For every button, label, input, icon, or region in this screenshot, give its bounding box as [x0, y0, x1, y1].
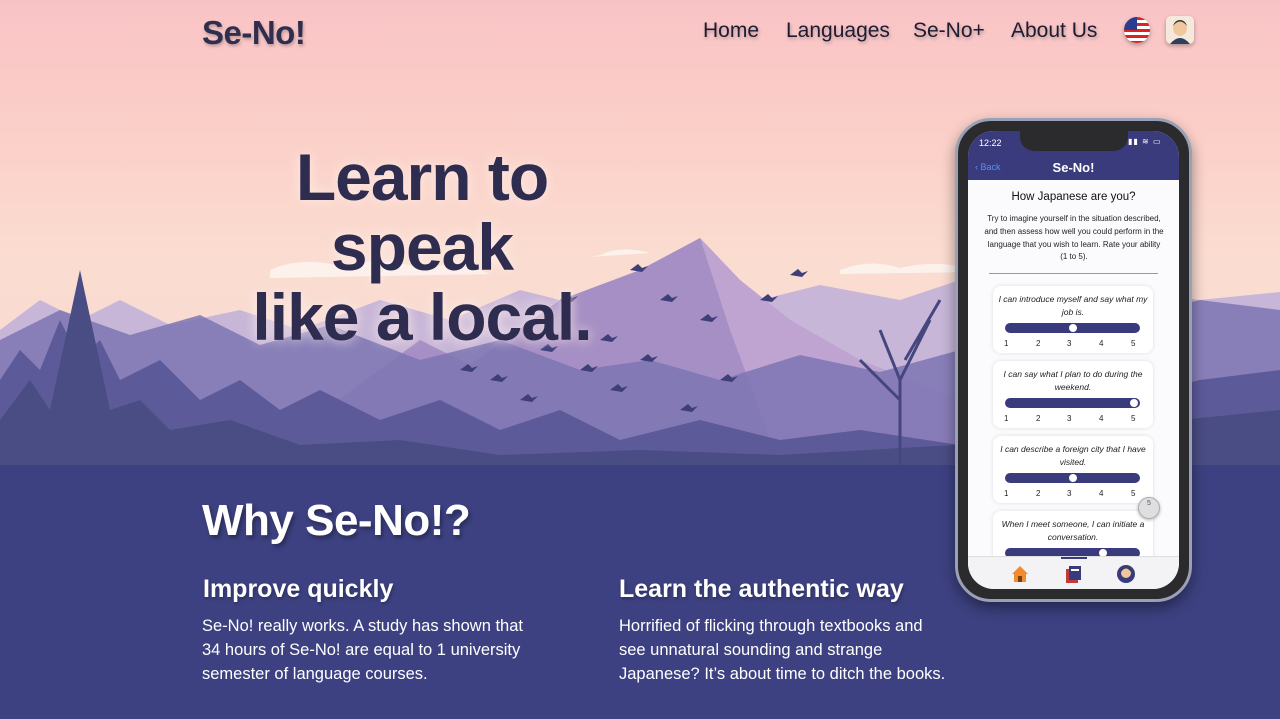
why-section-title: Why Se-No!?: [202, 496, 471, 545]
scale-tick-label: 3: [1067, 489, 1072, 498]
question-title: How Japanese are you?: [1011, 191, 1136, 203]
scale-tick-label: 5: [1131, 489, 1136, 498]
scale-tick-label: 4: [1099, 414, 1104, 423]
scale-tick-label: 4: [1099, 339, 1104, 348]
phone-screen: 12:22 ▮▮ ≋ ▭ ‹ Back Se-No! How Japanese …: [968, 131, 1179, 589]
status-time: 12:22: [979, 138, 1002, 148]
app-header: ‹ Back Se-No!: [968, 156, 1179, 180]
nav-languages-link[interactable]: Languages: [786, 19, 890, 43]
phone-notch: [1020, 131, 1128, 151]
tab-bar: [968, 556, 1179, 589]
nav-about-us-link[interactable]: About Us: [1011, 19, 1097, 43]
slider-thumb[interactable]: [1068, 474, 1077, 482]
rating-card: I can say what I plan to do during the w…: [993, 361, 1153, 428]
profile-tab-icon[interactable]: [1116, 564, 1136, 584]
feature-text-authentic: Horrified of flicking through textbooks …: [619, 617, 946, 683]
home-tab-icon[interactable]: [1010, 564, 1030, 584]
us-flag-icon[interactable]: [1124, 17, 1150, 43]
slider-thumb[interactable]: [1130, 399, 1138, 407]
app-title: Se-No!: [1052, 160, 1095, 175]
site-logo[interactable]: Se-No!: [202, 14, 306, 52]
active-tab-indicator: [1061, 557, 1087, 559]
rating-statement: I can say what I plan to do during the w…: [1003, 369, 1143, 392]
scale-tick-label: 2: [1036, 489, 1041, 498]
touch-indicator: 5: [1138, 497, 1160, 519]
rating-card: I can introduce myself and say what my j…: [993, 286, 1153, 353]
scale-tick-label: 3: [1067, 339, 1072, 348]
scale-tick-label: 3: [1067, 414, 1072, 423]
scale-tick-label: 1: [1004, 489, 1009, 498]
signal-wifi-battery-icon: ▮▮ ≋ ▭: [1128, 137, 1162, 146]
slider-scale: 1 2 3 4 5: [1004, 489, 1144, 499]
feature-text-improve: Se-No! really works. A study has shown t…: [202, 617, 523, 683]
slider-scale: 1 2 3 4 5: [1004, 414, 1144, 424]
nav-seno-plus-link[interactable]: Se-No+: [913, 19, 985, 43]
scale-tick-label: 5: [1131, 339, 1136, 348]
books-tab-icon[interactable]: [1063, 564, 1083, 584]
divider: [989, 273, 1158, 274]
hero-headline: Learn to speak like a local.: [202, 142, 642, 352]
scale-tick-label: 4: [1099, 489, 1104, 498]
rating-slider[interactable]: [1005, 398, 1140, 408]
slider-thumb[interactable]: [1068, 324, 1077, 332]
scale-tick-label: 5: [1131, 414, 1136, 423]
user-avatar-icon[interactable]: [1166, 16, 1194, 44]
rating-statement: I can describe a foreign city that I hav…: [1000, 444, 1146, 467]
scale-tick-label: 1: [1004, 414, 1009, 423]
feature-title-authentic: Learn the authentic way: [619, 575, 904, 603]
feature-title-improve: Improve quickly: [203, 575, 394, 603]
nav-home-link[interactable]: Home: [703, 19, 759, 43]
question-description: Try to imagine yourself in the situation…: [984, 214, 1164, 262]
rating-slider[interactable]: [1005, 323, 1140, 333]
top-nav: Se-No! Home Languages Se-No+ About Us: [0, 0, 1280, 64]
scale-tick-label: 1: [1004, 339, 1009, 348]
rating-card: I can describe a foreign city that I hav…: [993, 436, 1153, 503]
phone-mockup: 12:22 ▮▮ ≋ ▭ ‹ Back Se-No! How Japanese …: [955, 118, 1192, 602]
scale-tick-label: 2: [1036, 414, 1041, 423]
slider-scale: 1 2 3 4 5: [1004, 339, 1144, 349]
scale-tick-label: 2: [1036, 339, 1041, 348]
rating-statement: I can introduce myself and say what my j…: [998, 294, 1148, 317]
rating-slider[interactable]: [1005, 473, 1140, 483]
headline-line-1: Learn to speak: [295, 140, 549, 284]
headline-line-2: like a local.: [252, 280, 592, 354]
rating-statement: When I meet someone, I can initiate a co…: [1001, 519, 1145, 542]
